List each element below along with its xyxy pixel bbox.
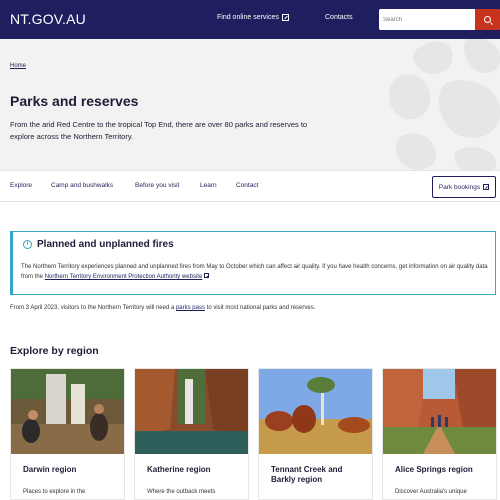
card-title: Katherine region <box>147 465 211 474</box>
alert-body: The Northern Territory experiences plann… <box>21 262 491 282</box>
search-box <box>379 9 500 30</box>
pass-note-after: to visit most national parks and reserve… <box>206 305 316 311</box>
site-header: NT.GOV.AU Find online services Contacts <box>0 0 500 39</box>
region-card-katherine[interactable]: Katherine region Where the outback meets <box>134 368 249 500</box>
katherine-region-image <box>135 369 248 454</box>
search-button[interactable] <box>475 9 500 30</box>
subnav-contact[interactable]: Contact <box>236 182 258 189</box>
region-card-alice-springs[interactable]: Alice Springs region Discover Australia'… <box>382 368 497 500</box>
tennant-creek-region-image <box>259 369 372 454</box>
park-bookings-label: Park bookings <box>438 183 481 191</box>
section-nav: Explore Camp and bushwalks Before you vi… <box>0 170 500 202</box>
park-bookings-button[interactable]: Park bookings <box>432 176 496 198</box>
card-title: Alice Springs region <box>395 465 473 474</box>
alert-title: Planned and unplanned fires <box>37 239 174 250</box>
card-description: Discover Australia's unique <box>395 489 467 495</box>
external-link-icon <box>281 14 289 21</box>
hero-banner: Home Parks and reserves From the arid Re… <box>0 39 500 170</box>
page-intro: From the arid Red Centre to the tropical… <box>10 120 308 141</box>
find-online-services-link[interactable]: Find online services <box>217 14 289 21</box>
card-title: Darwin region <box>23 465 77 474</box>
region-card-darwin[interactable]: Darwin region Places to explore in the <box>10 368 125 500</box>
alice-springs-region-image <box>383 369 496 454</box>
external-link-icon <box>204 273 209 278</box>
subnav-learn[interactable]: Learn <box>200 182 217 189</box>
card-description: Where the outback meets <box>147 489 216 495</box>
parks-pass-link[interactable]: parks pass <box>176 305 205 311</box>
epa-website-link[interactable]: Northern Territory Environment Protectio… <box>45 274 203 280</box>
search-icon <box>484 16 491 23</box>
subnav-before-you-visit[interactable]: Before you visit <box>135 182 179 189</box>
pass-note-before: From 3 April 2023, visitors to the North… <box>10 305 175 311</box>
region-heading: Explore by region <box>10 345 99 357</box>
fire-alert: i Planned and unplanned fires The Northe… <box>10 231 496 295</box>
page-title: Parks and reserves <box>10 93 139 109</box>
subnav-camp-and-bushwalks[interactable]: Camp and bushwalks <box>51 182 113 189</box>
subnav-explore[interactable]: Explore <box>10 182 32 189</box>
site-logo[interactable]: NT.GOV.AU <box>10 11 86 27</box>
parks-pass-note: From 3 April 2023, visitors to the North… <box>10 305 315 311</box>
contacts-link[interactable]: Contacts <box>325 14 353 21</box>
search-input[interactable] <box>379 9 475 30</box>
decorative-pattern <box>388 39 500 170</box>
card-title: Tennant Creek and Barkly region <box>271 465 343 484</box>
card-description: Places to explore in the <box>23 489 86 495</box>
darwin-region-image <box>11 369 124 454</box>
region-card-tennant-creek-barkly[interactable]: Tennant Creek and Barkly region <box>258 368 373 500</box>
breadcrumb-home[interactable]: Home <box>10 63 26 69</box>
find-online-services-label: Find online services <box>217 14 279 21</box>
info-icon: i <box>23 240 32 249</box>
external-link-icon <box>483 184 490 190</box>
